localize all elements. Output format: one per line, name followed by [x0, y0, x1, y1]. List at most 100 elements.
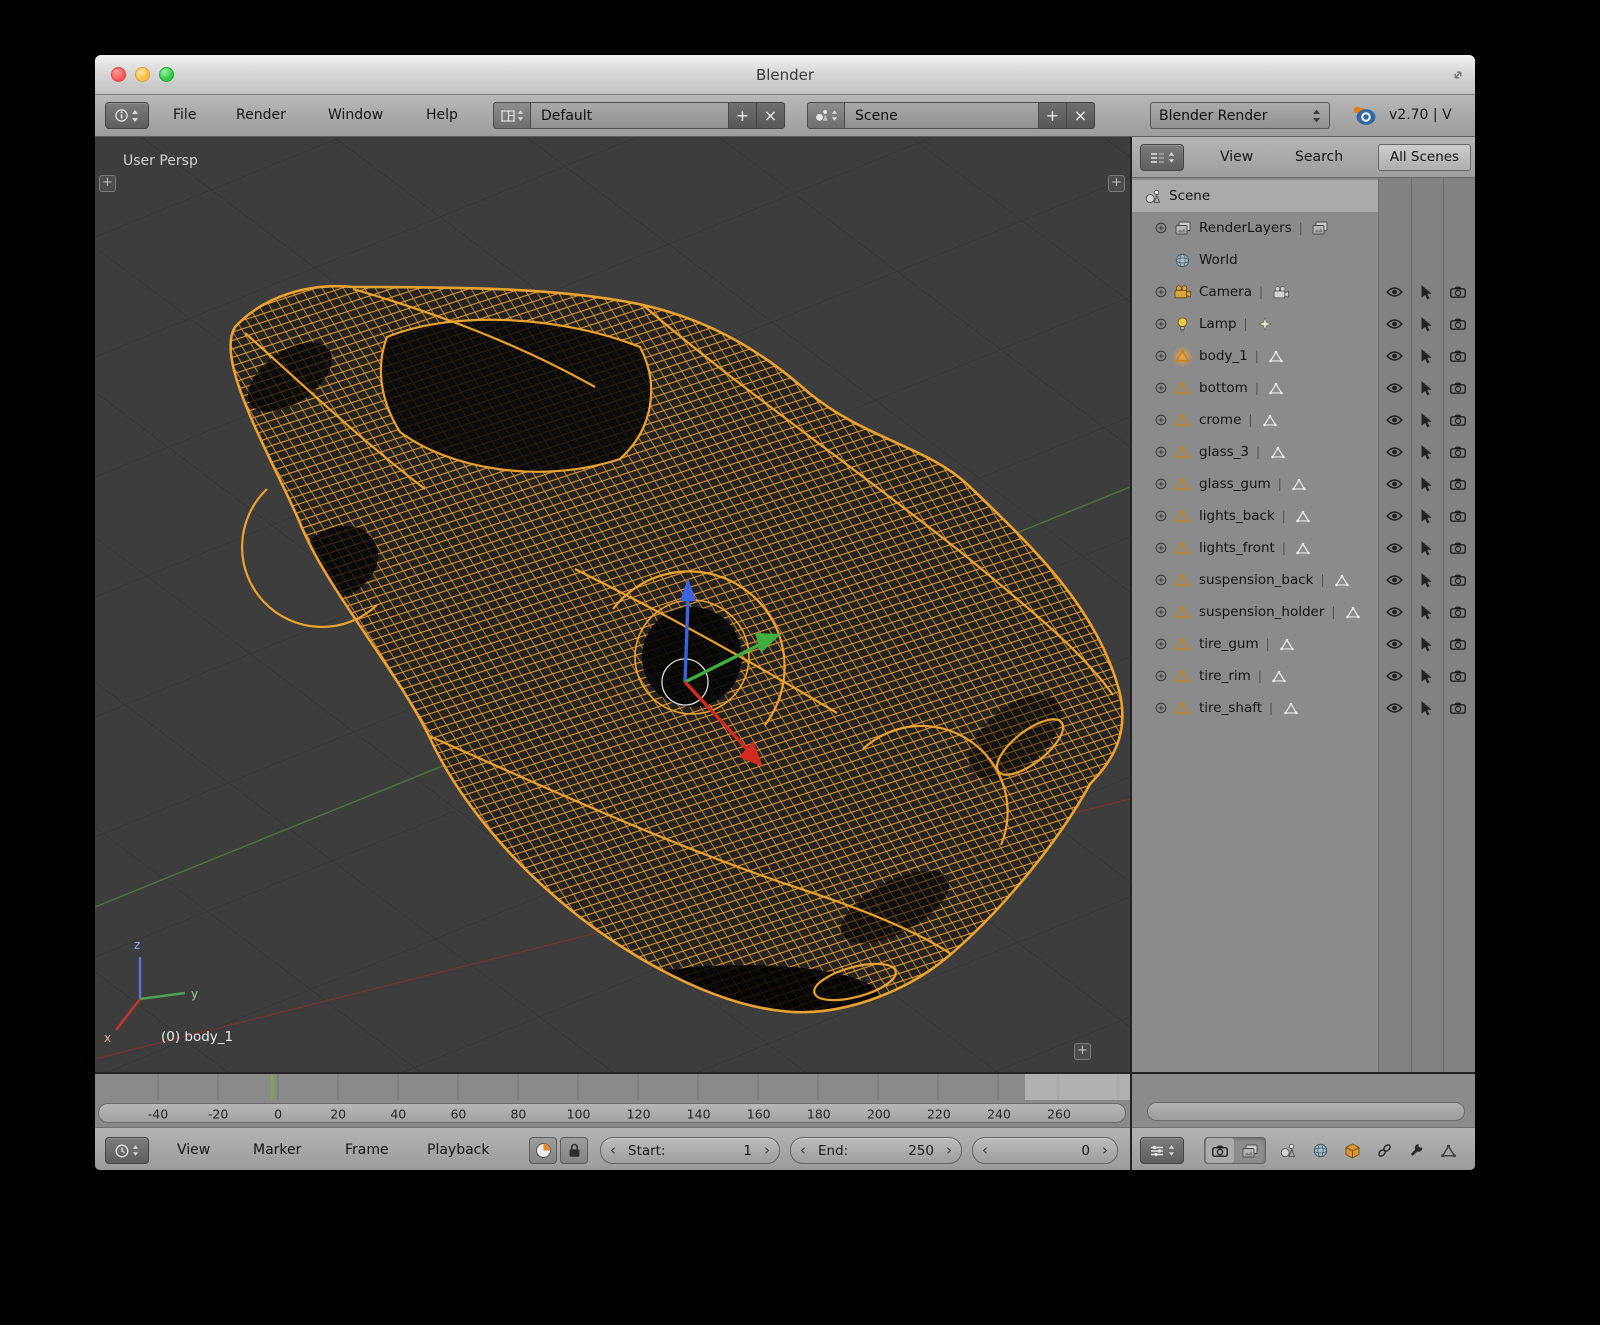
sync-playback-button[interactable]	[529, 1137, 557, 1164]
increment-icon[interactable]: ›	[1102, 1143, 1108, 1158]
renderability-toggle[interactable]	[1442, 628, 1474, 660]
timeline-editor-selector[interactable]	[105, 1137, 149, 1164]
renderability-toggle[interactable]	[1442, 404, 1474, 436]
renderability-toggle[interactable]	[1442, 660, 1474, 692]
decrement-icon[interactable]: ‹	[800, 1143, 806, 1158]
decrement-icon[interactable]: ‹	[610, 1143, 616, 1158]
outliner-item-label[interactable]: Lamp	[1199, 316, 1237, 332]
info-editor-selector[interactable]	[105, 102, 149, 129]
timeline-scrollbar[interactable]: -40-200204060801001201401601802002202402…	[95, 1100, 1130, 1127]
visibility-toggle[interactable]	[1378, 564, 1410, 596]
start-frame-field[interactable]: ‹ Start: 1 ›	[600, 1137, 780, 1164]
outliner-item-lights_front[interactable]: lights_front|	[1132, 532, 1475, 564]
outliner-item-glass_gum[interactable]: glass_gum|	[1132, 468, 1475, 500]
increment-icon[interactable]: ›	[764, 1143, 770, 1158]
expand-icon[interactable]	[1150, 542, 1172, 554]
renderability-toggle[interactable]	[1442, 532, 1474, 564]
outliner-item-tire_shaft[interactable]: tire_shaft|	[1132, 692, 1475, 724]
renderability-toggle[interactable]	[1442, 500, 1474, 532]
screen-layout-delete-button[interactable]: ×	[757, 102, 785, 129]
properties-tab-render[interactable]	[1206, 1138, 1234, 1163]
outliner-item-label[interactable]: tire_rim	[1199, 668, 1251, 684]
viewport-3d[interactable]: z y x User Persp (0) body_1 + + +	[95, 137, 1130, 1072]
properties-tab-modifiers[interactable]	[1402, 1138, 1430, 1163]
renderability-toggle[interactable]	[1442, 436, 1474, 468]
expand-icon[interactable]	[1150, 446, 1172, 458]
current-frame-field[interactable]: ‹ 0 ›	[972, 1137, 1118, 1164]
screen-layout-browse-button[interactable]	[493, 102, 531, 129]
region-toggle-icon[interactable]: +	[99, 175, 116, 192]
timeline-menu-marker[interactable]: Marker	[253, 1128, 301, 1170]
playhead[interactable]	[271, 1074, 273, 1100]
expand-icon[interactable]	[1150, 702, 1172, 714]
selectability-toggle[interactable]	[1410, 660, 1442, 692]
outliner-item-lights_back[interactable]: lights_back|	[1132, 500, 1475, 532]
outliner-item-Camera[interactable]: Camera|	[1132, 276, 1475, 308]
visibility-toggle[interactable]	[1378, 276, 1410, 308]
outliner-item-label[interactable]: lights_back	[1199, 508, 1275, 524]
outliner-item-label[interactable]: body_1	[1199, 348, 1248, 364]
properties-tab-render-layers[interactable]	[1236, 1138, 1264, 1163]
menu-window[interactable]: Window	[328, 95, 383, 136]
selectability-toggle[interactable]	[1410, 692, 1442, 724]
outliner-item-label[interactable]: World	[1199, 252, 1238, 268]
selectability-toggle[interactable]	[1410, 500, 1442, 532]
renderability-toggle[interactable]	[1442, 308, 1474, 340]
outliner-item-suspension_holder[interactable]: suspension_holder|	[1132, 596, 1475, 628]
expand-icon[interactable]	[1150, 382, 1172, 394]
properties-tab-object[interactable]	[1338, 1138, 1366, 1163]
outliner-menu-search[interactable]: Search	[1295, 137, 1343, 177]
scene-browse-button[interactable]	[807, 102, 845, 129]
visibility-toggle[interactable]	[1378, 660, 1410, 692]
outliner-item-glass_3[interactable]: glass_3|	[1132, 436, 1475, 468]
outliner-item-label[interactable]: Scene	[1169, 188, 1210, 204]
menu-render[interactable]: Render	[236, 95, 286, 136]
renderability-toggle[interactable]	[1442, 596, 1474, 628]
outliner-editor-selector[interactable]	[1140, 144, 1184, 171]
expand-icon[interactable]	[1150, 286, 1172, 298]
selectability-toggle[interactable]	[1410, 340, 1442, 372]
visibility-toggle[interactable]	[1378, 436, 1410, 468]
outliner-item-label[interactable]: suspension_back	[1199, 572, 1314, 588]
increment-icon[interactable]: ›	[946, 1143, 952, 1158]
timeline-ruler[interactable]	[95, 1074, 1130, 1100]
selectability-toggle[interactable]	[1410, 532, 1442, 564]
expand-icon[interactable]	[1150, 638, 1172, 650]
visibility-toggle[interactable]	[1378, 372, 1410, 404]
outliner-item-label[interactable]: crome	[1199, 412, 1241, 428]
visibility-toggle[interactable]	[1378, 340, 1410, 372]
selectability-toggle[interactable]	[1410, 436, 1442, 468]
expand-icon[interactable]	[1150, 222, 1172, 234]
renderability-toggle[interactable]	[1442, 468, 1474, 500]
scene-delete-button[interactable]: ×	[1067, 102, 1095, 129]
region-toggle-icon[interactable]: +	[1074, 1043, 1091, 1060]
properties-editor-selector[interactable]	[1140, 1137, 1184, 1164]
expand-icon[interactable]	[1150, 350, 1172, 362]
selectability-toggle[interactable]	[1410, 372, 1442, 404]
expand-icon[interactable]	[1150, 574, 1172, 586]
outliner-item-label[interactable]: tire_gum	[1199, 636, 1259, 652]
end-frame-field[interactable]: ‹ End: 250 ›	[790, 1137, 962, 1164]
visibility-toggle[interactable]	[1378, 596, 1410, 628]
timeline-menu-view[interactable]: View	[177, 1128, 210, 1170]
outliner-item-World[interactable]: World	[1132, 244, 1475, 276]
horizontal-scrollbar[interactable]	[98, 1103, 1126, 1123]
outliner-item-Scene[interactable]: Scene	[1132, 180, 1475, 212]
menu-help[interactable]: Help	[426, 95, 458, 136]
outliner-item-bottom[interactable]: bottom|	[1132, 372, 1475, 404]
outliner-item-label[interactable]: RenderLayers	[1199, 220, 1292, 236]
timeline-menu-frame[interactable]: Frame	[345, 1128, 389, 1170]
render-engine-dropdown[interactable]: Blender Render	[1150, 102, 1330, 129]
renderability-toggle[interactable]	[1442, 692, 1474, 724]
outliner-item-label[interactable]: lights_front	[1199, 540, 1275, 556]
selectability-toggle[interactable]	[1410, 468, 1442, 500]
outliner-horizontal-scrollbar[interactable]	[1147, 1102, 1465, 1121]
outliner-item-crome[interactable]: crome|	[1132, 404, 1475, 436]
screen-layout-field[interactable]: Default	[531, 102, 729, 129]
expand-icon[interactable]	[1150, 606, 1172, 618]
fullscreen-icon[interactable]	[1451, 68, 1465, 82]
outliner-item-body_1[interactable]: body_1|	[1132, 340, 1475, 372]
outliner-item-RenderLayers[interactable]: RenderLayers|	[1132, 212, 1475, 244]
outliner-item-label[interactable]: bottom	[1199, 380, 1248, 396]
visibility-toggle[interactable]	[1378, 308, 1410, 340]
